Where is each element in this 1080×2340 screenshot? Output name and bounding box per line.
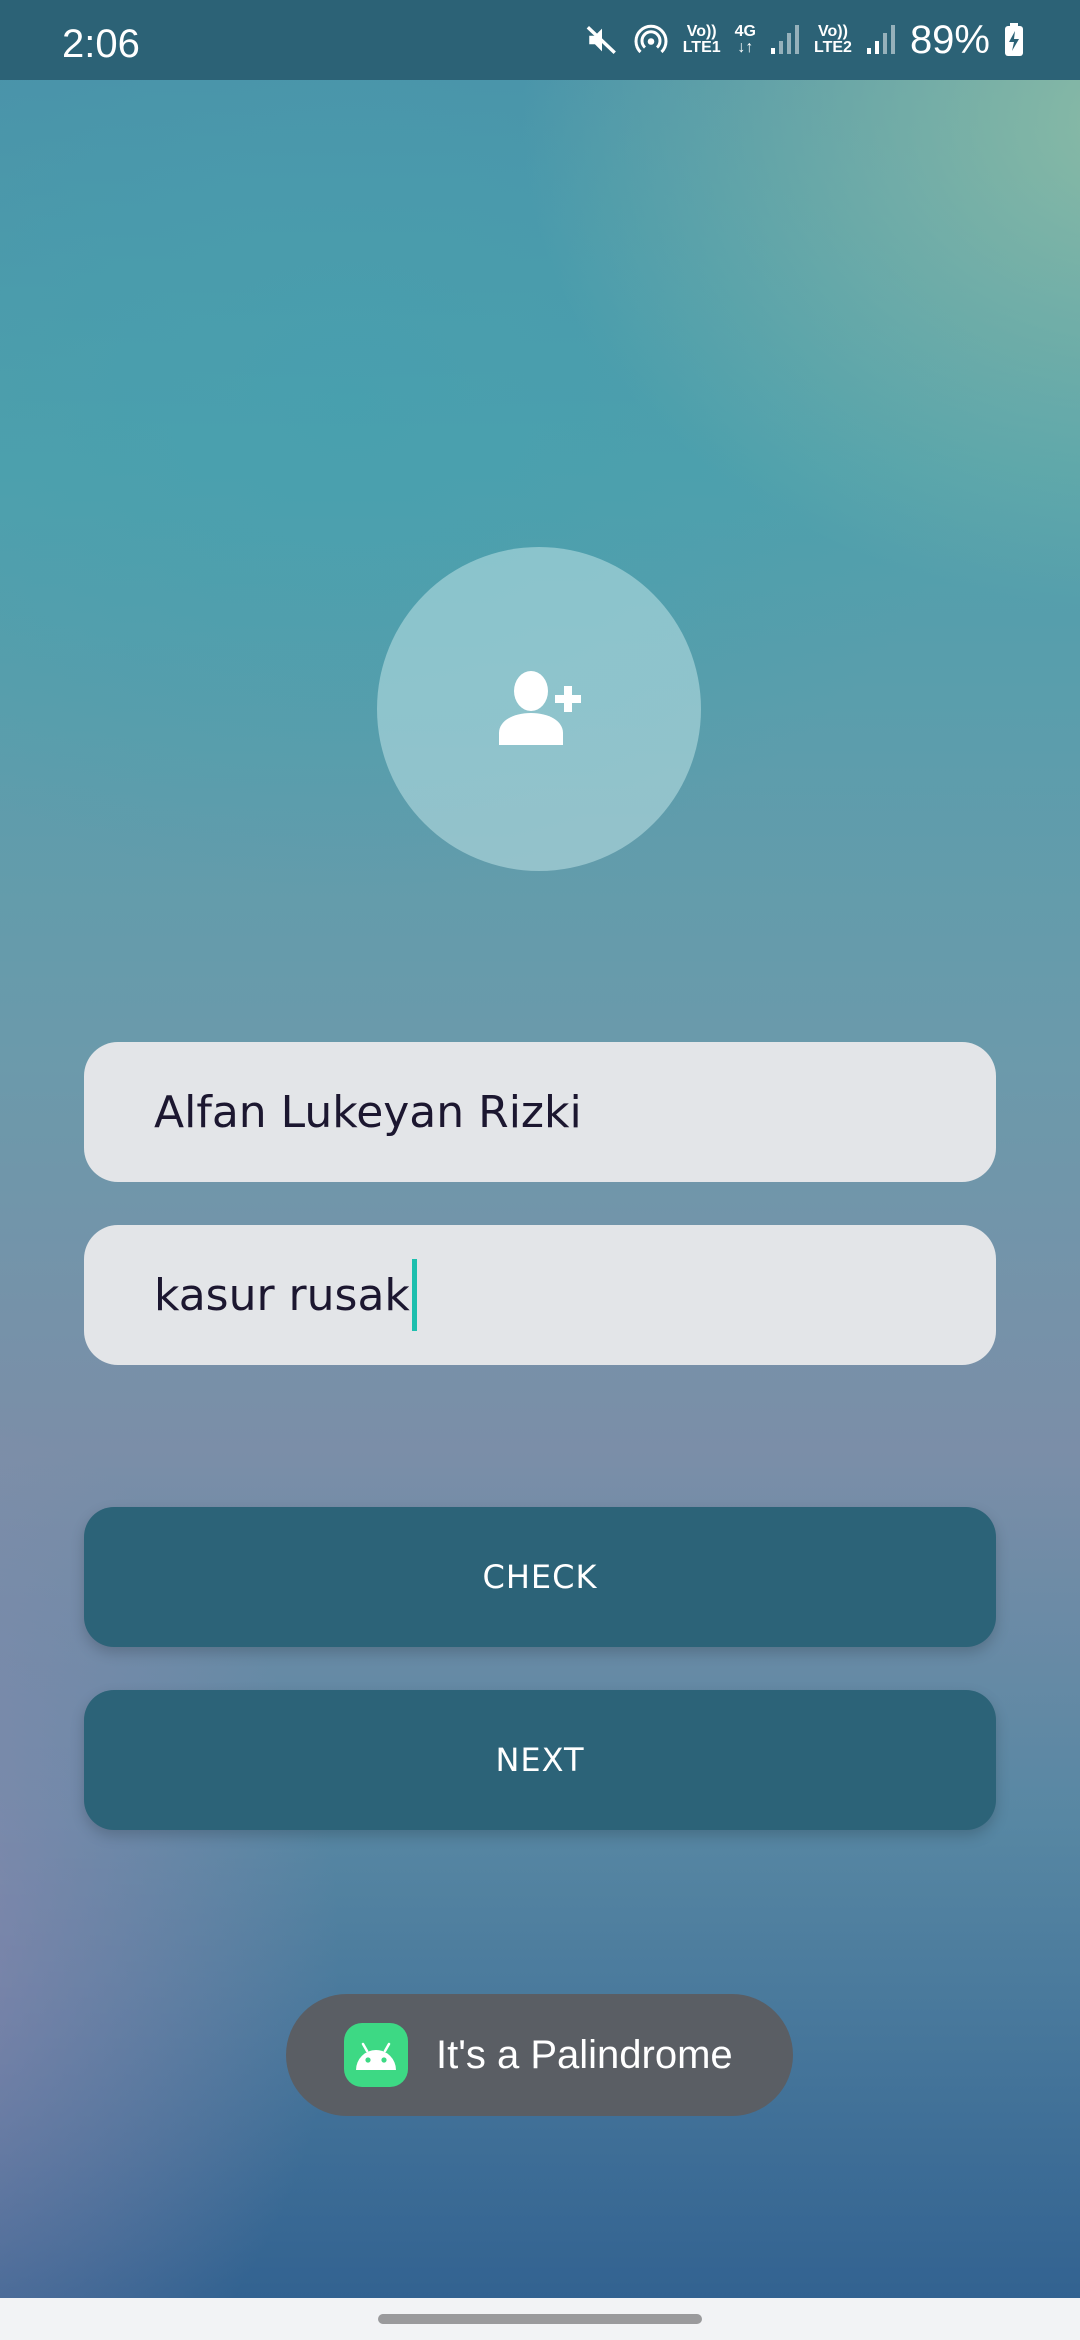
avatar-add-photo-button[interactable] bbox=[377, 547, 701, 871]
android-icon bbox=[344, 2023, 408, 2087]
mute-icon bbox=[585, 23, 619, 57]
signal-sim1-icon bbox=[770, 24, 800, 56]
palindrome-screen: 2:06 Vo)) LTE1 4G ↓↑ Vo)) LTE2 89% Alfan… bbox=[0, 0, 1080, 2340]
palindrome-input[interactable]: kasur rusak bbox=[84, 1225, 996, 1365]
4g-data-icon: 4G ↓↑ bbox=[734, 23, 756, 56]
volte-lte2-icon: Vo)) LTE2 bbox=[814, 23, 852, 56]
volte-lte1-icon: Vo)) LTE1 bbox=[682, 23, 721, 56]
hotspot-icon bbox=[633, 22, 669, 58]
check-button[interactable]: CHECK bbox=[84, 1507, 996, 1647]
text-caret bbox=[411, 1259, 417, 1331]
add-user-icon bbox=[497, 669, 581, 749]
battery-charging-icon bbox=[1004, 23, 1024, 57]
status-bar: 2:06 Vo)) LTE1 4G ↓↑ Vo)) LTE2 89% bbox=[0, 0, 1080, 80]
next-button[interactable]: NEXT bbox=[84, 1690, 996, 1830]
toast-message: It's a Palindrome bbox=[286, 1994, 793, 2116]
home-gesture-handle[interactable] bbox=[378, 2314, 702, 2324]
name-input-value: Alfan Lukeyan Rizki bbox=[154, 1086, 582, 1138]
signal-sim2-icon bbox=[866, 24, 896, 56]
status-icons: Vo)) LTE1 4G ↓↑ Vo)) LTE2 89% bbox=[585, 18, 1024, 62]
name-input[interactable]: Alfan Lukeyan Rizki bbox=[84, 1042, 996, 1182]
battery-percentage: 89% bbox=[909, 17, 990, 62]
toast-text: It's a Palindrome bbox=[436, 2032, 733, 2077]
palindrome-input-value: kasur rusak bbox=[154, 1269, 410, 1321]
status-time: 2:06 bbox=[62, 22, 140, 66]
